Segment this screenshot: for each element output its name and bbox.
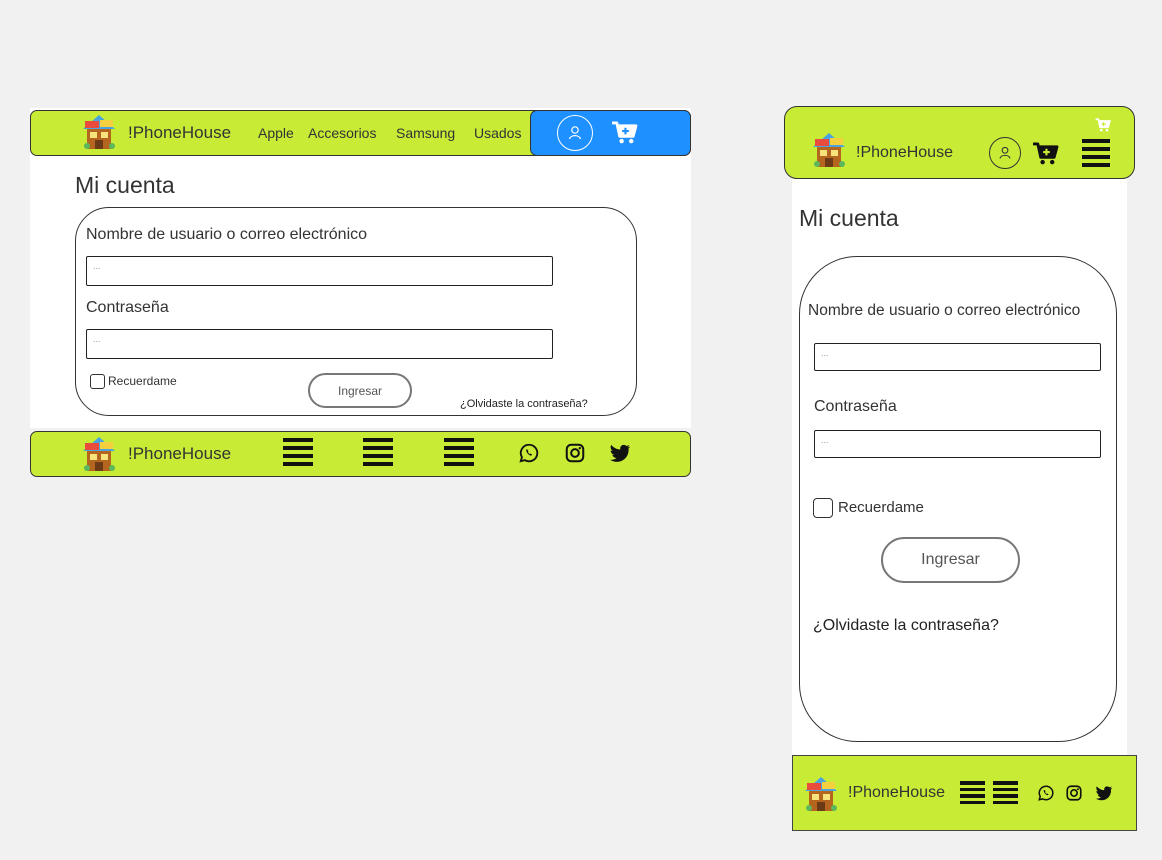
mobile-footer-menu-icon-2[interactable] [993,781,1018,804]
mobile-footer-brand-logo[interactable] [803,775,839,813]
remember-checkbox[interactable] [90,374,105,389]
instagram-icon[interactable] [564,442,586,464]
page-title: Mi cuenta [75,172,175,198]
mobile-brand-name[interactable]: !PhoneHouse [856,144,953,162]
brand-name[interactable]: !PhoneHouse [128,123,231,143]
remember-label: Recuerdame [108,374,177,388]
mobile-username-input[interactable]: ... [814,343,1101,371]
nav-usados[interactable]: Usados [474,125,521,141]
mobile-password-input[interactable]: ... [814,430,1101,458]
mobile-password-label: Contraseña [814,398,897,415]
password-input[interactable]: ... [86,329,553,359]
username-input[interactable]: ... [86,256,553,286]
mobile-whatsapp-icon[interactable] [1037,784,1055,802]
nav-accesorios[interactable]: Accesorios [308,125,376,141]
mobile-brand-logo[interactable] [811,131,847,169]
mobile-cart-icon[interactable] [1032,142,1059,165]
mobile-footer-brand-name[interactable]: !PhoneHouse [848,784,945,802]
twitter-icon[interactable] [608,442,632,464]
user-account-icon[interactable] [557,115,593,151]
mobile-instagram-icon[interactable] [1065,784,1083,802]
mobile-login-button[interactable]: Ingresar [881,537,1020,583]
footer-menu-icon-1[interactable] [283,438,313,466]
brand-logo[interactable] [81,113,117,151]
mobile-username-label: Nombre de usuario o correo electrónico [808,302,1081,319]
footer-menu-icon-2[interactable] [363,438,393,466]
mobile-menu-icon[interactable] [1082,139,1110,167]
mobile-twitter-icon[interactable] [1094,784,1114,802]
username-label: Nombre de usuario o correo electrónico [86,226,368,243]
mobile-page-title: Mi cuenta [799,205,899,231]
footer-brand-logo[interactable] [81,435,117,473]
footer-menu-icon-3[interactable] [444,438,474,466]
footer-brand-name[interactable]: !PhoneHouse [128,444,231,464]
mobile-remember-label: Recuerdame [838,499,924,516]
login-button[interactable]: Ingresar [308,373,412,408]
forgot-password-link[interactable]: ¿Olvidaste la contraseña? [460,398,588,410]
mobile-footer-menu-icon-1[interactable] [960,781,985,804]
mobile-forgot-password-link[interactable]: ¿Olvidaste la contraseña? [813,617,999,635]
cart-icon[interactable] [611,121,638,144]
nav-apple[interactable]: Apple [258,125,294,141]
nav-samsung[interactable]: Samsung [396,125,455,141]
mobile-remember-checkbox[interactable] [813,498,833,518]
mobile-mini-cart-icon[interactable] [1095,118,1111,132]
mobile-user-account-icon[interactable] [989,137,1021,169]
password-label: Contraseña [86,299,169,316]
whatsapp-icon[interactable] [518,442,540,464]
